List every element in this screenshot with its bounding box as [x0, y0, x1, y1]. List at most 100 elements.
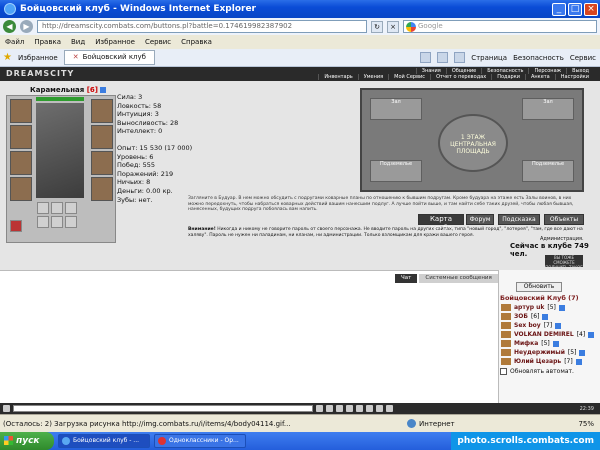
info-icon[interactable]	[588, 331, 595, 338]
user-list-item[interactable]: Мифка [5]	[501, 339, 559, 348]
user-name[interactable]: Мифка	[514, 339, 538, 348]
refresh-icon[interactable]: ↻	[371, 20, 383, 33]
ring-slot[interactable]	[51, 202, 63, 214]
sound-icon[interactable]	[356, 405, 363, 412]
ad-banner[interactable]: ВЫ ТОЖЕ СМОЖЕТЕ ПОЛУЧИТЬ ТАКОЕ	[545, 255, 583, 270]
zoom-level[interactable]: 75%	[578, 420, 600, 428]
user-list-item[interactable]: артур uk [5]	[501, 303, 565, 312]
tab-system-messages[interactable]: Системные сообщения	[419, 274, 498, 283]
map-room[interactable]: Подземелье	[370, 160, 422, 182]
user-name[interactable]: ЗОБ	[514, 312, 528, 321]
belt-slot[interactable]	[51, 216, 63, 228]
equip-slot[interactable]	[91, 99, 113, 123]
chat-log[interactable]	[0, 270, 498, 403]
refresh-button[interactable]: Обновить	[516, 282, 562, 292]
favorites-star-icon[interactable]: ★	[3, 52, 12, 63]
info-icon[interactable]	[558, 304, 565, 311]
chat-settings-icon[interactable]	[376, 405, 383, 412]
user-list-item[interactable]: ЗОБ [6]	[501, 312, 549, 321]
user-list-item[interactable]: VOLKAN DEMIREL [4]	[501, 330, 595, 339]
nav-my-service[interactable]: Мой Сервис	[388, 74, 430, 80]
equip-slot[interactable]	[91, 177, 113, 201]
user-name[interactable]: Юлий Цезарь	[514, 357, 561, 366]
nav-skills[interactable]: Умения	[357, 74, 388, 80]
back-button[interactable]: ◀	[3, 20, 16, 33]
home-icon[interactable]	[420, 52, 432, 63]
send-icon[interactable]	[316, 405, 323, 412]
user-name[interactable]: Sex boy	[514, 321, 541, 330]
equip-slot[interactable]	[10, 125, 32, 149]
menu-file[interactable]: Файл	[5, 38, 24, 46]
belt-slot[interactable]	[37, 216, 49, 228]
user-name[interactable]: артур uk	[514, 303, 544, 312]
menu-help[interactable]: Справка	[181, 38, 212, 46]
security-menu[interactable]: Безопасность	[513, 54, 564, 62]
menu-tools[interactable]: Сервис	[145, 38, 171, 46]
user-list-item[interactable]: Неудержимый [5]	[501, 348, 586, 357]
auto-refresh-option[interactable]: Обновлять автомат.	[500, 368, 574, 375]
nav-gifts[interactable]: Подарки	[491, 74, 525, 80]
clear-icon[interactable]	[326, 405, 333, 412]
equip-slot[interactable]	[10, 151, 32, 175]
url-field[interactable]: http://dreamscity.combats.com/buttons.pl…	[37, 20, 367, 33]
info-icon[interactable]	[575, 358, 582, 365]
menu-view[interactable]: Вид	[71, 38, 85, 46]
ring-slot[interactable]	[37, 202, 49, 214]
character-name[interactable]: Карамельная [6]	[30, 86, 107, 94]
search-input[interactable]: Google	[403, 20, 597, 33]
user-name[interactable]: Неудержимый	[514, 348, 565, 357]
nav-settings[interactable]: Настройки	[554, 74, 594, 80]
map-room[interactable]: Подземелье	[522, 160, 574, 182]
info-icon[interactable]	[542, 313, 549, 320]
taskbar-item-ie[interactable]: Бойцовский клуб - ...	[58, 434, 150, 448]
equip-slot[interactable]	[10, 177, 32, 201]
info-icon[interactable]	[579, 349, 586, 356]
hint-button[interactable]: Подсказка	[498, 214, 540, 225]
auto-refresh-checkbox[interactable]	[500, 368, 507, 375]
map-room[interactable]: Зал	[370, 98, 422, 120]
info-icon[interactable]	[100, 87, 107, 93]
close-button[interactable]: ×	[584, 2, 598, 16]
info-icon[interactable]	[552, 340, 559, 347]
user-list-item[interactable]: Sex boy [7]	[501, 321, 562, 330]
user-list-item[interactable]: Юлий Цезарь [7]	[501, 357, 582, 366]
ring-slot[interactable]	[65, 202, 77, 214]
equip-slot[interactable]	[91, 151, 113, 175]
favorites-label[interactable]: Избранное	[18, 54, 58, 62]
chat-input[interactable]	[13, 405, 313, 412]
filter-icon[interactable]	[346, 405, 353, 412]
info-icon[interactable]	[555, 322, 562, 329]
user-name[interactable]: VOLKAN DEMIREL	[514, 330, 574, 339]
central-square[interactable]: 1 ЭТАЖ ЦЕНТРАЛЬНАЯ ПЛОЩАДЬ	[438, 114, 508, 172]
tools-menu[interactable]: Сервис	[570, 54, 596, 62]
menu-edit[interactable]: Правка	[34, 38, 61, 46]
translit-icon[interactable]	[366, 405, 373, 412]
objects-button[interactable]: Объекты	[544, 214, 584, 225]
belt-slot[interactable]	[65, 216, 77, 228]
maximize-button[interactable]: □	[568, 2, 582, 16]
chat-menu-icon[interactable]	[3, 405, 10, 412]
minimize-button[interactable]: _	[552, 2, 566, 16]
character-avatar[interactable]	[36, 103, 84, 198]
exit-icon[interactable]	[386, 405, 393, 412]
tab-chat[interactable]: Чат	[395, 274, 418, 283]
taskbar-item-opera[interactable]: Одноклассники - Op...	[154, 434, 246, 448]
smiley-icon[interactable]	[336, 405, 343, 412]
feeds-icon[interactable]	[437, 52, 449, 63]
nav-profile[interactable]: Анкета	[524, 74, 555, 80]
start-button[interactable]: пуск	[0, 432, 54, 450]
menu-favorites[interactable]: Избранное	[95, 38, 135, 46]
browser-tab[interactable]: ✕ Бойцовский клуб	[63, 50, 155, 65]
equip-slot[interactable]	[91, 125, 113, 149]
print-icon[interactable]	[454, 52, 466, 63]
club-map-button[interactable]: Карта клуба	[418, 214, 464, 232]
forum-button[interactable]: Форум	[466, 214, 494, 225]
heart-icon[interactable]	[10, 220, 22, 232]
nav-inventory[interactable]: Инвентарь	[318, 74, 357, 80]
nav-transfers[interactable]: Отчет о переводах	[430, 74, 491, 80]
page-menu[interactable]: Страница	[471, 54, 507, 62]
stop-icon[interactable]: ×	[387, 20, 399, 33]
equip-slot[interactable]	[10, 99, 32, 123]
forward-button[interactable]: ▶	[20, 20, 33, 33]
map-room[interactable]: Зал	[522, 98, 574, 120]
